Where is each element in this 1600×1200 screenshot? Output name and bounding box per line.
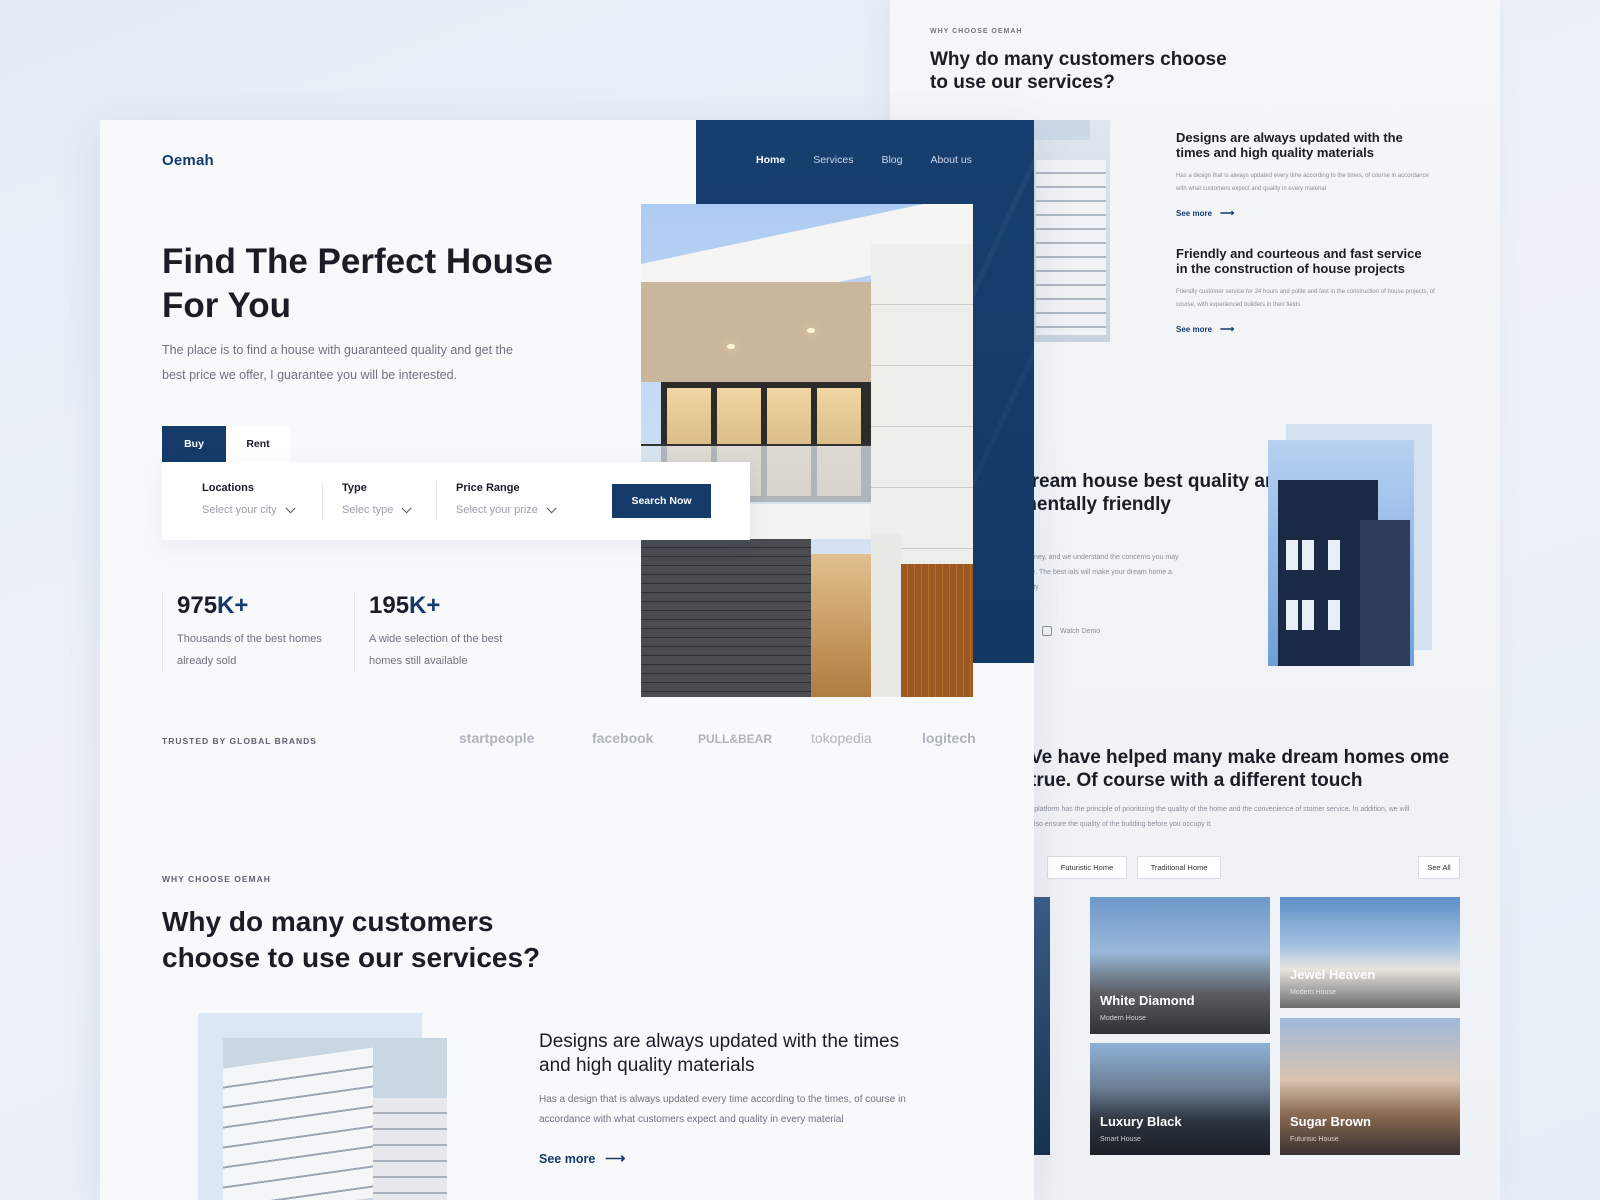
hero-subtitle: The place is to find a house with guaran…: [162, 343, 513, 382]
search-now-button[interactable]: Search Now: [612, 484, 711, 518]
location-label: Locations: [202, 482, 254, 494]
price-label: Price Range: [456, 482, 520, 494]
see-more-link[interactable]: See more ⟶: [539, 1150, 625, 1167]
property-card[interactable]: Luxury Black Smart House: [1090, 1043, 1270, 1155]
tab-buy[interactable]: Buy: [162, 426, 226, 462]
section-eyebrow: WHY CHOOSE OEMAH: [930, 28, 1023, 35]
hero-title: Find The Perfect House For You: [162, 242, 553, 325]
property-card[interactable]: Sugar Brown Futurisic House: [1280, 1018, 1460, 1155]
building-image: [1030, 120, 1110, 342]
property-type: Smart House: [1100, 1136, 1141, 1143]
nav-home[interactable]: Home: [756, 154, 785, 166]
stat-suffix: K+: [409, 592, 441, 619]
section-heading: Why do many customers choose to use our …: [930, 49, 1227, 93]
arrow-right-icon: ⟶: [605, 1150, 626, 1166]
chevron-down-icon: [546, 502, 557, 513]
property-type: Futurisic House: [1290, 1136, 1339, 1143]
feature-desc: Has a design that is always updated ever…: [1176, 173, 1429, 192]
brand-logo-startpeople: startpeople: [459, 730, 535, 746]
see-more-link[interactable]: See more ⟶: [1176, 208, 1436, 219]
location-value: Select your city: [202, 504, 277, 516]
location-select[interactable]: Locations Select your city: [202, 482, 296, 516]
stat-sold: 975K+ Thousands of the best homes alread…: [162, 592, 327, 672]
main-nav: Home Services Blog About us: [756, 154, 972, 166]
watch-demo-label: Watch Demo: [1060, 627, 1101, 635]
property-name: Sugar Brown: [1290, 1114, 1371, 1129]
feature-title: Designs are always updated with the time…: [1176, 130, 1403, 160]
hero-house-image: [641, 204, 973, 697]
see-more-label: See more: [1176, 325, 1213, 334]
nav-blog[interactable]: Blog: [881, 154, 902, 166]
filter-futuristic-home[interactable]: Futuristic Home: [1047, 856, 1127, 879]
property-card[interactable]: White Diamond Modern House: [1090, 897, 1270, 1034]
helped-desc: r platform has the principle of prioriti…: [1030, 806, 1410, 828]
building-image: [223, 1038, 447, 1200]
stat-value: 195: [369, 592, 410, 619]
see-more-label: See more: [539, 1151, 596, 1166]
section-title: Why do many customers choose to use our …: [162, 906, 541, 973]
feature-title: Friendly and courteous and fast service …: [1176, 246, 1422, 276]
search-card: Locations Select your city Type Selec ty…: [162, 462, 750, 540]
helped-heading: Ve have helped many make dream homes ome…: [1030, 747, 1450, 791]
watch-demo-button[interactable]: Watch Demo: [1042, 626, 1100, 636]
feature-desc: Friendly customer service for 24 hours a…: [1176, 289, 1435, 308]
stat-suffix: K+: [217, 592, 249, 619]
filter-traditional-home[interactable]: Traditional Home: [1137, 856, 1221, 879]
chevron-down-icon: [402, 502, 412, 513]
property-name: Jewel Heaven: [1290, 967, 1376, 982]
price-range-select[interactable]: Price Range Select your prize: [456, 482, 557, 516]
brand-logo[interactable]: Oemah: [162, 152, 214, 169]
price-value: Select your prize: [456, 504, 538, 516]
type-value: Selec type: [342, 504, 394, 516]
property-type: Modern House: [1100, 1015, 1146, 1022]
type-select[interactable]: Type Selec type: [342, 482, 412, 516]
play-icon: [1042, 626, 1052, 636]
stat-value: 975: [177, 592, 218, 619]
feature-block: Designs are always updated with the time…: [1176, 130, 1436, 219]
section-eyebrow: WHY CHOOSE OEMAH: [162, 874, 271, 884]
brand-logo-facebook: facebook: [592, 730, 654, 746]
landing-page: Oemah Home Services Blog About us Find T…: [100, 120, 1034, 1200]
see-more-label: See more: [1176, 209, 1213, 218]
stat-desc: A wide selection of the best homes still…: [369, 633, 503, 667]
arrow-right-icon: ⟶: [1220, 324, 1235, 335]
divider: [436, 482, 437, 520]
feature-title: Designs are always updated with the time…: [539, 1031, 900, 1076]
feature-desc: Has a design that is always updated ever…: [539, 1094, 906, 1125]
see-all-button[interactable]: See All: [1418, 856, 1460, 879]
chevron-down-icon: [285, 502, 296, 513]
brand-logo-tokopedia: tokopedia: [811, 730, 872, 746]
divider: [322, 482, 323, 520]
property-name: Luxury Black: [1100, 1114, 1182, 1129]
brand-logo-logitech: logitech: [922, 730, 976, 746]
property-name: White Diamond: [1100, 993, 1195, 1008]
dream-desc: r money, and we understand the concerns …: [1020, 554, 1179, 591]
property-card[interactable]: Jewel Heaven Modern House: [1280, 897, 1460, 1008]
trusted-label: TRUSTED BY GLOBAL BRANDS: [162, 736, 317, 746]
stat-desc: Thousands of the best homes already sold: [177, 633, 322, 667]
type-label: Type: [342, 482, 367, 494]
tab-rent[interactable]: Rent: [226, 426, 290, 462]
arrow-right-icon: ⟶: [1220, 208, 1235, 219]
stat-available: 195K+ A wide selection of the best homes…: [354, 592, 519, 672]
nav-services[interactable]: Services: [813, 154, 853, 166]
feature-block: Friendly and courteous and fast service …: [1176, 246, 1436, 335]
tower-image: [1268, 440, 1414, 666]
see-more-link[interactable]: See more ⟶: [1176, 324, 1436, 335]
nav-about-us[interactable]: About us: [930, 154, 971, 166]
brand-logo-pullbear: PULL&BEAR: [698, 732, 772, 746]
property-type: Modern House: [1290, 989, 1336, 996]
